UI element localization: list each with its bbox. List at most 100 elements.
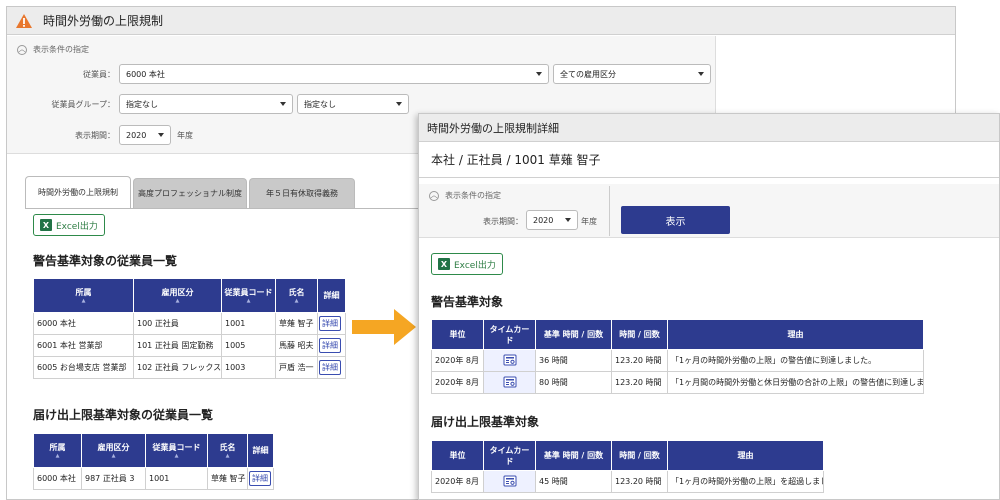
employee-label: 従業員：: [83, 70, 115, 79]
column-header: 時間 / 回数: [611, 440, 668, 471]
sort-icon: ▲: [175, 298, 180, 304]
timecard-icon[interactable]: [503, 354, 517, 366]
warning-title: 警告基準対象: [431, 295, 504, 309]
column-header[interactable]: 雇用区分 ▲: [81, 433, 146, 468]
report-title: 届け出上限基準対象: [431, 415, 540, 429]
column-header-label: 所属: [49, 443, 66, 452]
table-header-row: 所属 ▲ 雇用区分 ▲ 従業員コード ▲ 氏名 ▲ 詳細: [33, 278, 346, 313]
period-unit: 年度: [177, 131, 193, 140]
cell-employee-code: 1005: [221, 334, 276, 357]
table-header-row: 単位 タイムカード 基準 時間 / 回数 時間 / 回数 理由: [431, 440, 824, 471]
period-year-value: 2020: [126, 130, 147, 140]
cell-department: 6000 本社: [33, 312, 134, 335]
period-unit: 年度: [581, 217, 597, 226]
show-button[interactable]: 表示: [621, 206, 730, 234]
cell-employment-type: 100 正社員: [133, 312, 222, 335]
column-header-label: 氏名: [219, 443, 236, 452]
detail-button[interactable]: 詳細: [249, 471, 271, 486]
cell-name: 草薙 智子: [207, 467, 248, 490]
divider: [609, 186, 610, 236]
column-header[interactable]: 氏名 ▲: [275, 278, 318, 313]
cell-department: 6005 お台場支店 営業部: [33, 356, 134, 379]
column-header[interactable]: 従業員コード ▲: [221, 278, 276, 313]
warning-employee-table: 所属 ▲ 雇用区分 ▲ 従業員コード ▲ 氏名 ▲ 詳細 6000 本社 100 正社員…: [33, 278, 346, 379]
group-select-1-value: 指定なし: [126, 99, 158, 109]
cell-employee-code: 1001: [145, 467, 208, 490]
excel-icon: X: [438, 258, 450, 270]
column-header: 理由: [667, 319, 924, 350]
chevron-down-icon: [158, 133, 164, 137]
collapse-chevron-icon: ︿: [17, 44, 27, 55]
sort-icon: ▲: [81, 298, 86, 304]
cell-department: 6000 本社: [33, 467, 82, 490]
column-header-label: 従業員コード: [152, 443, 201, 452]
excel-export-button[interactable]: X Excel出力: [431, 253, 503, 275]
divider: [419, 177, 999, 178]
conditions-toggle-label: 表示条件の指定: [33, 45, 89, 54]
cell-timecard: [483, 470, 536, 493]
column-header-label: 雇用区分: [161, 288, 194, 297]
employment-type-select[interactable]: 全ての雇用区分: [553, 64, 711, 84]
column-header: 基準 時間 / 回数: [535, 319, 612, 350]
conditions-toggle-label: 表示条件の指定: [445, 191, 501, 200]
detail-button[interactable]: 詳細: [319, 316, 341, 331]
tab-high-professional[interactable]: 高度プロフェッショナル制度: [133, 178, 247, 208]
column-header: 理由: [667, 440, 824, 471]
cell-detail: 詳細: [317, 356, 346, 379]
cell-employment-type: 102 正社員 フレックス: [133, 356, 222, 379]
table-row: 6000 本社 987 正社員 3 1001 草薙 智子 詳細: [33, 467, 274, 490]
detail-button[interactable]: 詳細: [319, 338, 341, 353]
cell-detail: 詳細: [247, 467, 274, 490]
column-header-label: 雇用区分: [97, 443, 130, 452]
sort-icon: ▲: [55, 453, 60, 459]
cell-department: 6001 本社 営業部: [33, 334, 134, 357]
group-select-1[interactable]: 指定なし: [119, 94, 293, 114]
table-row: 6000 本社 100 正社員 1001 草薙 智子 詳細: [33, 312, 346, 335]
period-year-select[interactable]: 2020: [526, 210, 578, 230]
warning-list-title: 警告基準対象の従業員一覧: [33, 254, 178, 268]
cell-actual: 123.20 時間: [611, 470, 668, 493]
column-header[interactable]: 所属 ▲: [33, 433, 82, 468]
period-label: 表示期間：: [75, 131, 115, 140]
group-label: 従業員グループ：: [51, 100, 115, 109]
detail-button[interactable]: 詳細: [319, 360, 341, 375]
chevron-down-icon: [536, 72, 542, 76]
chevron-down-icon: [396, 102, 402, 106]
table-header-row: 所属 ▲ 雇用区分 ▲ 従業員コード ▲ 氏名 ▲ 詳細: [33, 433, 274, 468]
cell-employee-code: 1001: [221, 312, 276, 335]
window-titlebar: 時間外労働の上限規制: [7, 7, 955, 35]
conditions-toggle[interactable]: ︿ 表示条件の指定: [429, 190, 501, 201]
cell-reason: 「1ヶ月の時間外労働の上限」の警告値に到達しました。: [667, 349, 924, 372]
conditions-toggle[interactable]: ︿ 表示条件の指定: [17, 44, 89, 55]
column-header[interactable]: 従業員コード ▲: [145, 433, 208, 468]
column-header[interactable]: 所属 ▲: [33, 278, 134, 313]
report-detail-table: 単位 タイムカード 基準 時間 / 回数 時間 / 回数 理由 2020年 8月…: [431, 440, 824, 493]
cell-detail: 詳細: [317, 312, 346, 335]
group-select-2[interactable]: 指定なし: [297, 94, 409, 114]
cell-standard: 80 時間: [535, 371, 612, 394]
column-header[interactable]: 雇用区分 ▲: [133, 278, 222, 313]
column-header[interactable]: 氏名 ▲: [207, 433, 248, 468]
tab-label: 高度プロフェッショナル制度: [138, 189, 242, 198]
column-header: 時間 / 回数: [611, 319, 668, 350]
excel-export-label: Excel出力: [56, 221, 98, 232]
chevron-down-icon: [280, 102, 286, 106]
excel-export-button[interactable]: X Excel出力: [33, 214, 105, 236]
sort-icon: ▲: [246, 298, 251, 304]
column-header: 単位: [431, 440, 484, 471]
cell-unit: 2020年 8月: [431, 371, 484, 394]
excel-icon: X: [40, 219, 52, 231]
employee-select[interactable]: 6000 本社: [119, 64, 549, 84]
tab-label: 年５日有休取得義務: [266, 189, 338, 198]
timecard-icon[interactable]: [503, 376, 517, 388]
period-year-select[interactable]: 2020: [119, 125, 171, 145]
overtime-detail-window: 時間外労働の上限規制詳細 本社 / 正社員 / 1001 草薙 智子 ︿ 表示条…: [418, 113, 1000, 500]
column-header: 単位: [431, 319, 484, 350]
column-header-label: 従業員コード: [224, 288, 273, 297]
cell-employee-code: 1003: [221, 356, 276, 379]
tab-overtime-limit[interactable]: 時間外労働の上限規制: [25, 176, 131, 208]
column-header: 基準 時間 / 回数: [535, 440, 612, 471]
cell-unit: 2020年 8月: [431, 470, 484, 493]
timecard-icon[interactable]: [503, 475, 517, 487]
tab-paid-leave[interactable]: 年５日有休取得義務: [249, 178, 355, 208]
